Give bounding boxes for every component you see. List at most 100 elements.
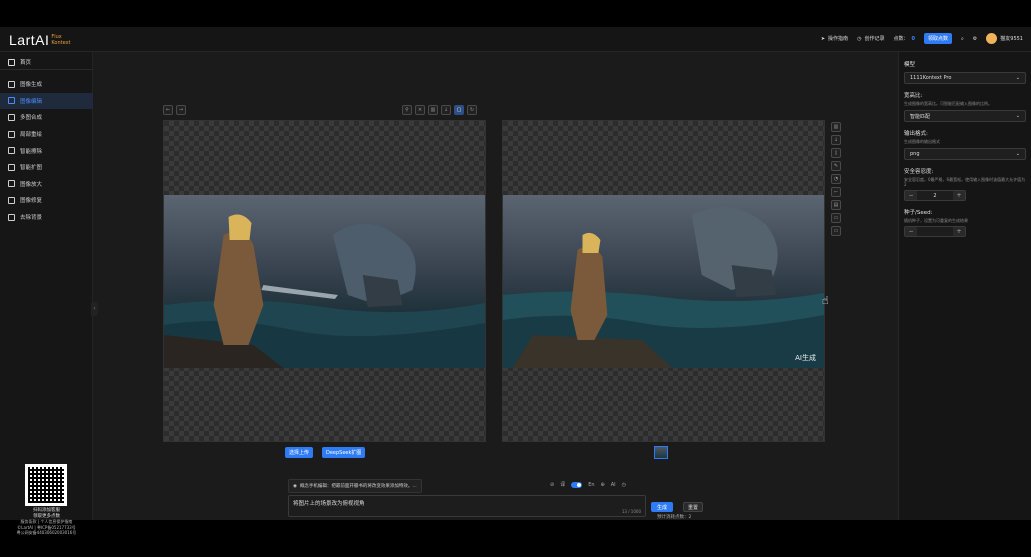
sidebar-item-7[interactable]: 图像放大 (0, 176, 93, 193)
sidebar-home-label: 首页 (20, 60, 32, 66)
points-display: 点数： 0 (893, 35, 915, 43)
sidebar-item-8[interactable]: 图像修复 (0, 192, 93, 209)
increment-button[interactable]: + (953, 227, 965, 236)
ratio-select[interactable]: 智能匹配 ⌄ (904, 110, 1026, 122)
sidebar-footer: 扫码添加客服 领取更多点数 服务条款 | 个人信息保护指南 ©LartAI | … (0, 508, 93, 536)
claim-points-button[interactable]: 领取点数 (923, 33, 952, 44)
pin-icon[interactable]: ⚲ (402, 105, 412, 115)
seed-label: 种子/Seed: (904, 210, 933, 216)
sidebar-item-2[interactable]: 图像编辑 (0, 92, 93, 110)
result-toolbar: ▥ ↓ ▯ ✎ ◔ ⌐ ▤ ▭ ▭ (831, 122, 841, 236)
redo-icon[interactable]: → (176, 105, 186, 115)
repair-icon (8, 196, 15, 204)
prompt-hint[interactable]: ◉ 概念手机编辑：把最前面开瓣书的将改变效果添加特效。... (288, 479, 422, 493)
gear-icon[interactable]: ⚙ (973, 36, 977, 42)
crop-icon[interactable]: ⌐ (831, 187, 841, 197)
export-icon[interactable]: ▭ (831, 226, 841, 236)
compare-icon[interactable]: ▤ (831, 200, 841, 210)
file-icon[interactable]: ▭ (831, 213, 841, 223)
hand-cursor-icon: ☝ (822, 294, 829, 307)
sidebar-item-label: 智能擦除 (20, 148, 43, 155)
paper-plane-icon: ➤ (820, 35, 826, 42)
format-description: 生成图像的输出格式 (904, 139, 940, 144)
logo[interactable]: LartAI Flux Kontext (9, 32, 71, 48)
history-label: 创作记录 (864, 36, 885, 42)
layers-icon (8, 113, 15, 121)
close-icon[interactable]: × (415, 105, 425, 115)
english-option[interactable]: En (588, 482, 594, 488)
sidebar-item-3[interactable]: 多图合成 (0, 109, 93, 126)
prompt-options: ⊘ 译 En ⊕ AI ◷ (550, 481, 626, 488)
search-icon[interactable]: ⌕ (961, 36, 964, 42)
zoom-icon (8, 180, 15, 188)
top-bar: LartAI Flux Kontext ➤ 操作指南 ◷ 创作记录 点数： 0 领取点数… (0, 27, 1031, 52)
result-canvas[interactable]: AI生成 (502, 120, 825, 442)
edit-icon (8, 97, 15, 105)
bookmark-icon[interactable]: ▯ (831, 148, 841, 158)
sidebar-item-5[interactable]: 智能擦除 (0, 142, 93, 159)
settings-icon[interactable]: ⊘ (550, 482, 554, 488)
home-icon (8, 58, 15, 66)
delete-icon[interactable]: ▥ (831, 122, 841, 132)
edit-icon[interactable]: ✎ (831, 161, 841, 171)
logo-sub-2: Kontext (51, 40, 71, 46)
safety-label: 安全容忍度: (904, 169, 934, 175)
sidebar-item-home[interactable]: 首页 (0, 55, 93, 70)
collapse-sidebar-button[interactable]: ‹ (91, 302, 98, 316)
sidebar-item-9[interactable]: 去除背景 (0, 209, 93, 226)
trash-icon[interactable]: ▥ (428, 105, 438, 115)
translate-toggle[interactable] (571, 481, 583, 488)
prompt-input[interactable]: 将图片上的场景改为俯视视角 13 / 1000 (288, 495, 646, 517)
increment-button[interactable]: + (953, 191, 965, 200)
ai-option[interactable]: AI (611, 482, 616, 488)
model-select[interactable]: 1111Kontext Pro ⌄ (904, 72, 1026, 84)
format-label: 输出格式: (904, 131, 928, 137)
format-select[interactable]: png ⌄ (904, 148, 1026, 160)
download-icon[interactable]: ↓ (441, 105, 451, 115)
points-value: 0 (911, 35, 915, 42)
download-icon[interactable]: ↓ (831, 135, 841, 145)
decrement-button[interactable]: − (905, 191, 917, 200)
sidebar-item-6[interactable]: 智能扩图 (0, 159, 93, 176)
history-link[interactable]: ◷ 创作记录 (857, 35, 885, 43)
sidebar-item-1[interactable]: 图像生成 (0, 76, 93, 93)
settings-panel: 模型 1111Kontext Pro ⌄ 宽高比: 生成图像的宽高比。可智能匹配输… (898, 52, 1031, 520)
refresh-icon[interactable]: ↻ (467, 105, 477, 115)
sidebar-item-4[interactable]: 局部重绘 (0, 126, 93, 143)
guide-link[interactable]: ➤ 操作指南 (820, 35, 848, 43)
cost-label: 预计消耗点数： (657, 515, 689, 520)
sidebar-item-label: 多图合成 (20, 115, 43, 122)
select-icon[interactable]: ▢ (454, 105, 464, 115)
sidebar-item-label: 智能扩图 (20, 165, 43, 172)
sidebar-item-label: 去除背景 (20, 215, 43, 222)
prompt-text: 将图片上的场景改为俯视视角 (293, 501, 365, 507)
reset-button[interactable]: 重置 (683, 502, 704, 512)
cost-estimate: 预计消耗点数：2 (657, 514, 691, 520)
safety-stepper: − 2 + (904, 190, 966, 201)
ai-generated-watermark: AI生成 (795, 354, 816, 362)
format-value: png (910, 151, 920, 157)
source-image (164, 195, 485, 368)
upload-button[interactable]: 选择上传 (285, 447, 314, 458)
decrement-button[interactable]: − (905, 227, 917, 236)
deepseek-expand-button[interactable]: DeepSeek扩图 (322, 447, 366, 458)
undo-icon[interactable]: ← (163, 105, 173, 115)
result-thumbnail[interactable] (654, 446, 668, 459)
source-canvas[interactable] (163, 120, 486, 442)
brush-icon (8, 130, 15, 138)
safety-value[interactable]: 2 (917, 191, 953, 200)
user-menu[interactable]: 猫友9551 (986, 33, 1023, 44)
eraser-icon (8, 147, 15, 155)
sidebar-item-label: 局部重绘 (20, 132, 43, 139)
username: 猫友9551 (1000, 36, 1023, 42)
model-label: 模型 (904, 62, 916, 68)
generate-button[interactable]: 生成 (651, 502, 674, 512)
clock-icon[interactable]: ◷ (622, 482, 626, 488)
expand-icon (8, 163, 15, 171)
expand-icon[interactable]: ⊕ (601, 482, 605, 488)
copy-icon[interactable]: ◔ (831, 174, 841, 184)
ratio-value: 智能匹配 (910, 113, 931, 120)
prompt-counter: 13 / 1000 (621, 509, 641, 514)
seed-value[interactable] (917, 227, 953, 236)
safety-description: 安全容忍度。0最严格，6最宽松。使用输入图像时该值最大允许值为2 (904, 177, 1026, 187)
